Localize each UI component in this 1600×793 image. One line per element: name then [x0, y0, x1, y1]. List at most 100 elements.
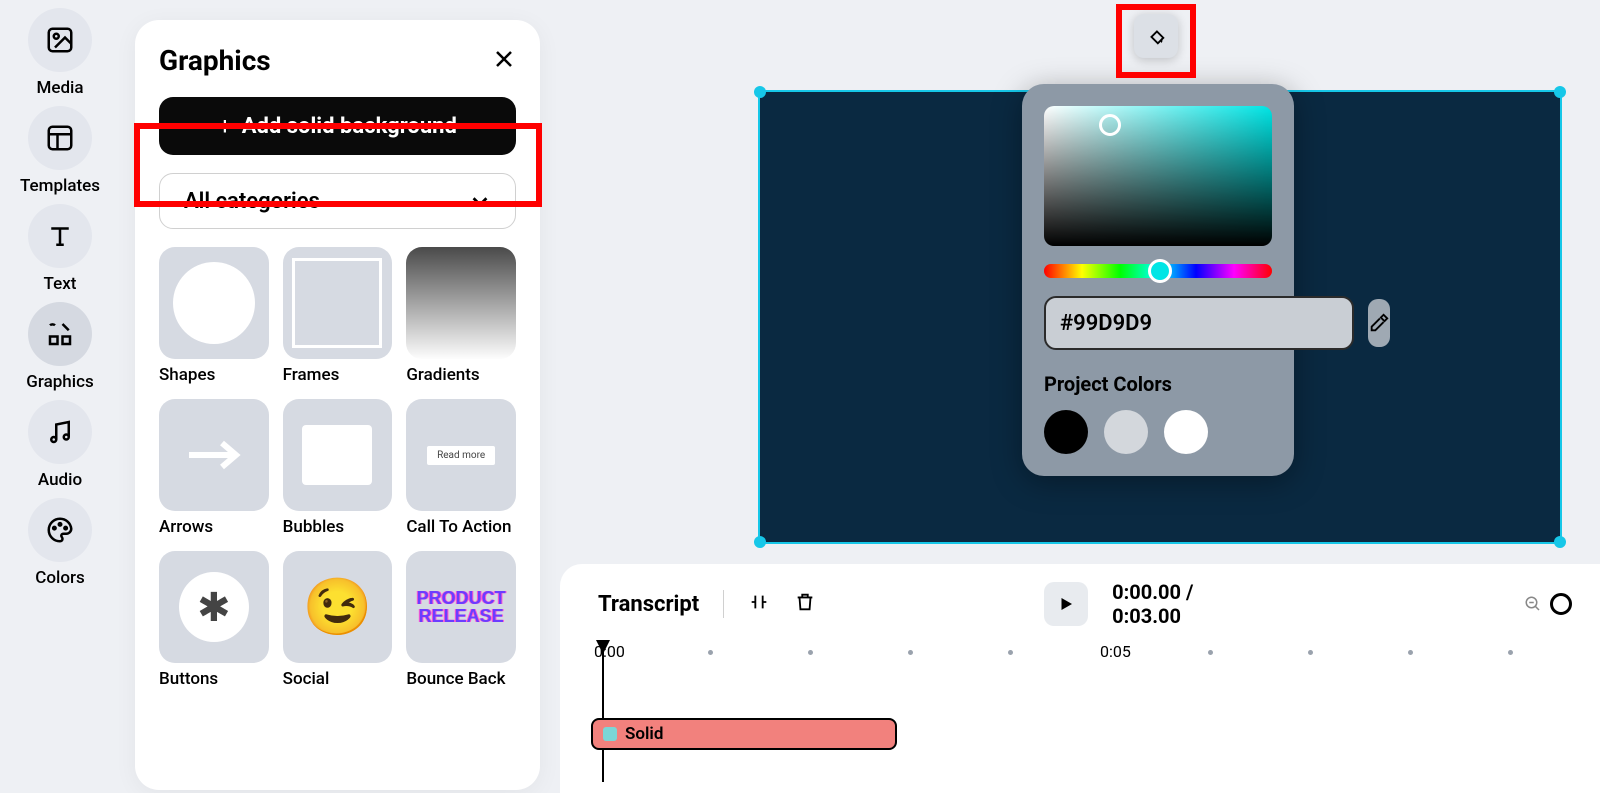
play-icon [1057, 595, 1075, 613]
bounce-thumbnail: PRODUCT RELEASE [406, 551, 516, 663]
zoom-handle[interactable] [1550, 593, 1572, 615]
paint-bucket-icon [1145, 25, 1167, 47]
transcript-label: Transcript [598, 592, 699, 617]
tile-label: Shapes [159, 365, 269, 385]
project-colors-label: Project Colors [1044, 372, 1272, 396]
graphics-grid: Shapes Frames Gradients Arrows Bubbles C… [159, 247, 516, 689]
zoom-out-icon [1524, 595, 1542, 613]
delete-button[interactable] [794, 591, 816, 617]
playhead[interactable] [602, 642, 604, 782]
sv-handle[interactable] [1099, 114, 1121, 136]
clip-label: Solid [625, 724, 663, 744]
tile-buttons[interactable]: Buttons [159, 551, 269, 689]
frames-thumbnail [283, 247, 393, 359]
resize-handle-tr[interactable] [1554, 86, 1566, 98]
category-label: All categories [184, 189, 320, 214]
tile-label: Buttons [159, 669, 269, 689]
clip-color-swatch [603, 727, 617, 741]
hex-input[interactable] [1044, 296, 1354, 350]
tile-frames[interactable]: Frames [283, 247, 393, 385]
sidebar-item-audio[interactable]: Audio [28, 400, 92, 490]
sidebar-item-label: Text [44, 274, 77, 294]
resize-handle-bl[interactable] [754, 536, 766, 548]
sidebar-item-label: Audio [38, 470, 82, 490]
hue-handle[interactable] [1148, 259, 1172, 283]
social-thumbnail [283, 551, 393, 663]
hue-slider[interactable] [1044, 264, 1272, 278]
tile-label: Gradients [406, 365, 516, 385]
eyedropper-button[interactable] [1368, 299, 1390, 347]
eyedropper-icon [1368, 312, 1390, 334]
gradients-thumbnail [406, 247, 516, 359]
split-icon [748, 591, 770, 613]
text-icon [28, 204, 92, 268]
swatch-black[interactable] [1044, 410, 1088, 454]
plus-icon: + [218, 112, 232, 140]
ruler-tick [1008, 650, 1013, 655]
saturation-value-box[interactable] [1044, 106, 1272, 246]
time-total: 0:03.00 [1112, 604, 1181, 628]
tile-social[interactable]: Social [283, 551, 393, 689]
tile-label: Arrows [159, 517, 269, 537]
audio-icon [28, 400, 92, 464]
timecode: 0:00.00 / 0:03.00 [1112, 580, 1193, 628]
transcript-button[interactable]: Transcript [588, 592, 699, 617]
templates-icon [28, 106, 92, 170]
sidebar: Media Templates Text Graphics Audio Colo… [0, 0, 120, 793]
canvas-area: Project Colors [560, 0, 1600, 560]
trash-icon [794, 591, 816, 613]
tile-label: Bubbles [283, 517, 393, 537]
ruler-tick [1508, 650, 1513, 655]
tile-arrows[interactable]: Arrows [159, 399, 269, 537]
buttons-thumbnail [159, 551, 269, 663]
tile-label: Frames [283, 365, 393, 385]
swatch-white[interactable] [1164, 410, 1208, 454]
panel-title: Graphics [159, 44, 271, 77]
clip-solid[interactable]: Solid [591, 718, 897, 750]
sidebar-item-text[interactable]: Text [28, 204, 92, 294]
ruler-tick [708, 650, 713, 655]
timeline-panel: Transcript 0:00.00 / 0:03.00 0:00 0:0 [560, 564, 1600, 793]
split-button[interactable] [748, 591, 770, 617]
chevron-down-icon [469, 190, 491, 212]
cta-thumbnail [406, 399, 516, 511]
category-dropdown[interactable]: All categories [159, 173, 516, 229]
divider [723, 590, 724, 618]
timeline-track[interactable]: Solid [588, 718, 1572, 752]
ruler-tick [908, 650, 913, 655]
graphics-icon [28, 302, 92, 366]
time-current: 0:00.00 [1112, 580, 1181, 604]
tile-shapes[interactable]: Shapes [159, 247, 269, 385]
sidebar-item-templates[interactable]: Templates [20, 106, 100, 196]
ruler-mark-5: 0:05 [1100, 642, 1131, 661]
add-bg-label: Add solid background [242, 114, 457, 139]
fill-color-button[interactable] [1134, 14, 1178, 58]
resize-handle-tl[interactable] [754, 86, 766, 98]
resize-handle-br[interactable] [1554, 536, 1566, 548]
timeline-ruler[interactable]: 0:00 0:05 [588, 642, 1572, 672]
ruler-tick [808, 650, 813, 655]
close-button[interactable] [492, 47, 516, 75]
sidebar-item-media[interactable]: Media [28, 8, 92, 98]
ruler-tick [1208, 650, 1213, 655]
play-button[interactable] [1044, 582, 1088, 626]
ruler-tick [1308, 650, 1313, 655]
graphics-panel: Graphics + Add solid background All cate… [135, 20, 540, 790]
tile-cta[interactable]: Call To Action [406, 399, 516, 537]
timeline-zoom[interactable] [1524, 593, 1572, 615]
project-colors-swatches [1044, 410, 1272, 454]
swatch-grey[interactable] [1104, 410, 1148, 454]
sidebar-item-label: Graphics [26, 372, 93, 392]
tile-gradients[interactable]: Gradients [406, 247, 516, 385]
palette-icon [28, 498, 92, 562]
sidebar-item-colors[interactable]: Colors [28, 498, 92, 588]
add-solid-background-button[interactable]: + Add solid background [159, 97, 516, 155]
color-picker-popover: Project Colors [1022, 84, 1294, 476]
sidebar-item-label: Templates [20, 176, 100, 196]
sidebar-item-graphics[interactable]: Graphics [26, 302, 93, 392]
tile-bounce[interactable]: PRODUCT RELEASE Bounce Back [406, 551, 516, 689]
image-icon [28, 8, 92, 72]
tile-label: Bounce Back [406, 669, 516, 689]
time-sep: / [1186, 580, 1193, 604]
tile-bubbles[interactable]: Bubbles [283, 399, 393, 537]
